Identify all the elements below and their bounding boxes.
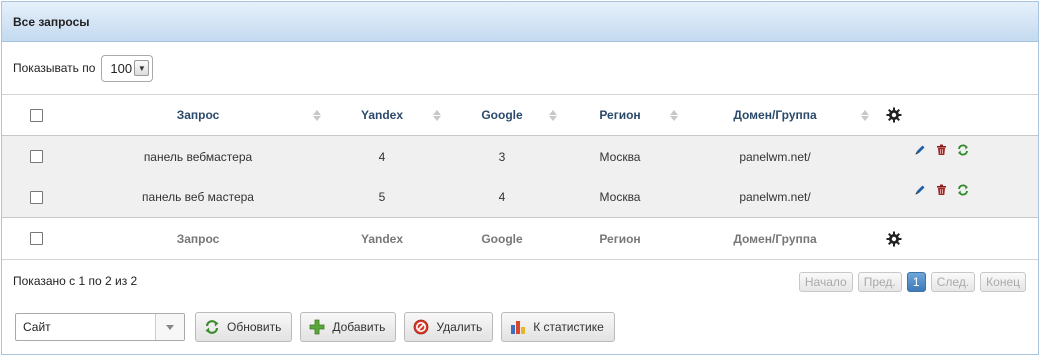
column-header-domain[interactable]: Домен/Группа (733, 108, 816, 122)
edit-icon[interactable] (914, 144, 926, 156)
cell-google: 3 (498, 149, 506, 164)
cell-region: Москва (599, 190, 641, 204)
requests-table: Запрос Yandex Google Регион Домен/Группа… (2, 94, 1038, 260)
cell-google: 4 (498, 190, 506, 204)
chevron-down-icon[interactable] (155, 314, 184, 340)
chart-icon (510, 319, 526, 335)
cell-query: панель веб мастера (142, 190, 254, 204)
pagination: Начало Пред. 1 След. Конец (798, 272, 1026, 292)
delete-button[interactable]: Удалить (404, 312, 494, 342)
chevron-down-icon: ▼ (134, 60, 150, 76)
column-header-google[interactable]: Google (481, 108, 522, 122)
column-header-yandex[interactable]: Yandex (361, 108, 403, 122)
sort-icon (312, 95, 322, 135)
page-length-label: Показывать по (13, 61, 96, 75)
sort-icon (669, 95, 679, 135)
page-length-select[interactable]: 100 ▼ (101, 54, 154, 82)
delete-icon (413, 319, 429, 335)
cell-domain: panelwm.net/ (739, 190, 811, 204)
stats-button-label: К статистике (533, 320, 604, 334)
gear-icon[interactable] (882, 95, 906, 135)
page-prev-button[interactable]: Пред. (857, 272, 902, 292)
page-first-button[interactable]: Начало (798, 272, 853, 292)
page-next-button[interactable]: След. (930, 272, 976, 292)
panel-title: Все запросы (2, 2, 1038, 42)
cell-query: панель вебмастера (143, 149, 253, 164)
footer-region: Регион (599, 231, 641, 246)
plus-icon (309, 319, 325, 335)
add-button[interactable]: Добавить (300, 312, 397, 342)
table-info: Показано с 1 по 2 из 2 (13, 274, 138, 288)
edit-icon[interactable] (914, 184, 926, 196)
page-current-button[interactable]: 1 (906, 272, 926, 292)
gear-icon[interactable] (882, 218, 906, 259)
refresh-icon[interactable] (957, 144, 969, 156)
delete-button-label: Удалить (436, 320, 483, 334)
sort-icon (860, 95, 870, 135)
table-row: панель веб мастера 5 4 Москва panelwm.ne… (2, 177, 1038, 217)
table-header: Запрос Yandex Google Регион Домен/Группа (2, 94, 1038, 136)
footer-domain: Домен/Группа (733, 231, 817, 246)
select-all-checkbox-footer[interactable] (29, 232, 43, 245)
page-length-value: 100 (110, 60, 133, 76)
column-header-region[interactable]: Регион (599, 108, 640, 122)
table-row: панель вебмастера 4 3 Москва panelwm.net… (2, 136, 1038, 177)
requests-panel: Все запросы Показывать по 100 ▼ Запрос Y… (1, 1, 1039, 355)
footer-query: Запрос (176, 231, 220, 246)
column-header-query[interactable]: Запрос (177, 108, 220, 122)
refresh-button[interactable]: Обновить (195, 312, 293, 342)
refresh-button-label: Обновить (227, 320, 282, 334)
site-select-value: Сайт (23, 320, 51, 334)
add-button-label: Добавить (332, 320, 386, 334)
site-select[interactable]: Сайт (15, 313, 185, 341)
row-checkbox[interactable] (29, 150, 43, 163)
page-length-control: Показывать по 100 ▼ (13, 54, 154, 82)
cell-domain: panelwm.net/ (739, 149, 811, 164)
footer-google: Google (481, 231, 523, 246)
cell-yandex: 4 (378, 149, 386, 164)
cell-region: Москва (599, 149, 641, 164)
page-last-button[interactable]: Конец (980, 272, 1026, 292)
sort-icon (432, 95, 442, 135)
sort-icon (548, 95, 558, 135)
trash-icon[interactable] (936, 184, 947, 196)
row-checkbox[interactable] (29, 190, 43, 204)
table-footer: Запрос Yandex Google Регион Домен/Группа (2, 217, 1038, 260)
footer-yandex: Yandex (360, 231, 404, 246)
trash-icon[interactable] (936, 144, 947, 156)
refresh-icon (204, 319, 220, 335)
select-all-checkbox[interactable] (29, 108, 43, 122)
stats-button[interactable]: К статистике (501, 312, 615, 342)
refresh-icon[interactable] (957, 184, 969, 196)
cell-yandex: 5 (378, 190, 386, 204)
actions-bar: Сайт Обновить Добавить Удалить К статист… (15, 312, 623, 342)
